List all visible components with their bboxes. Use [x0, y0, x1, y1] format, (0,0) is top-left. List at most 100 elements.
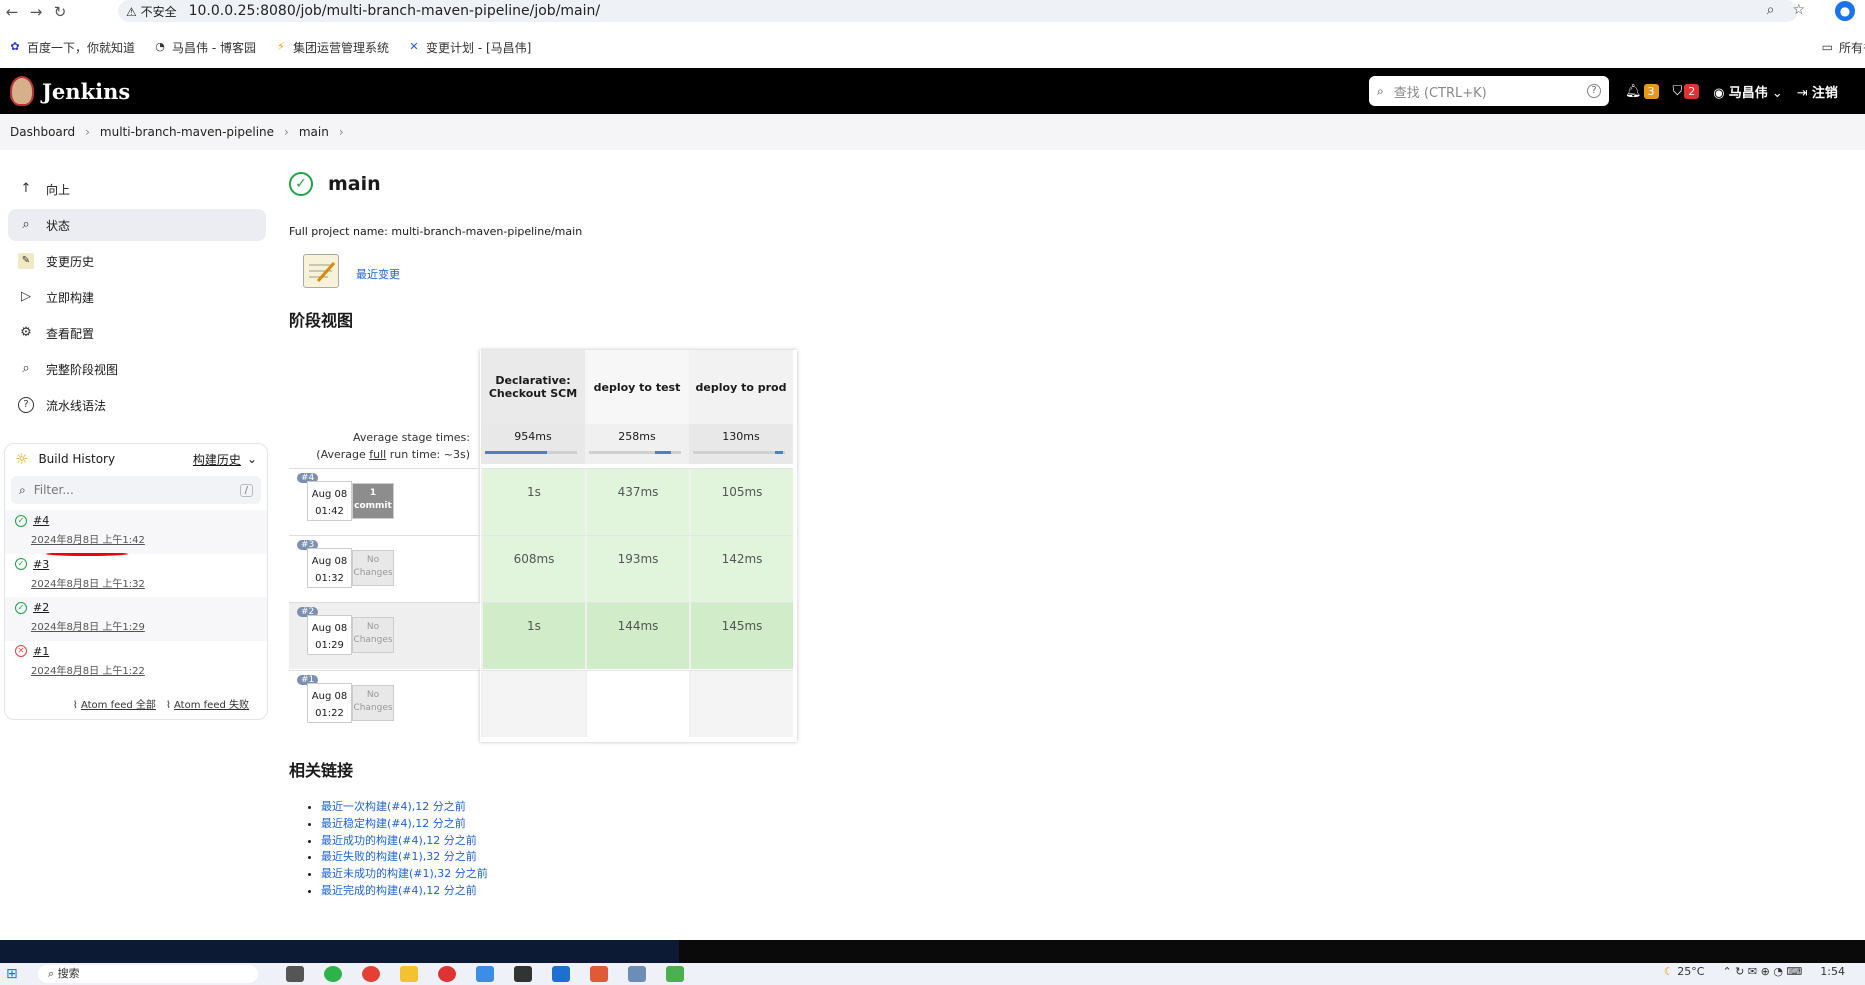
- tray-icons[interactable]: ⌃ ↻ ✉ ⊕ ◔ ⌨: [1722, 965, 1802, 978]
- bookmark-cnblogs[interactable]: ◔ 马昌伟 - 博客园: [153, 39, 256, 56]
- build-run-row[interactable]: #4 Aug 08 01:42 1 commit: [289, 468, 480, 535]
- zoom-icon[interactable]: ⌕: [1767, 2, 1775, 18]
- help-icon[interactable]: ?: [1587, 84, 1601, 98]
- related-link[interactable]: 最近稳定构建(#4),12 分之前: [321, 817, 466, 830]
- back-icon[interactable]: ←: [0, 3, 24, 21]
- recent-changes-link[interactable]: 最近变更: [356, 266, 400, 282]
- changes-badge[interactable]: No Changes: [352, 685, 394, 721]
- terminal-icon[interactable]: [514, 966, 532, 982]
- weather-widget[interactable]: ☾ 25°C: [1664, 965, 1705, 978]
- folder-icon[interactable]: [400, 966, 418, 982]
- build-link[interactable]: #2: [33, 601, 49, 614]
- build-time[interactable]: 2024年8月8日 上午1:32: [31, 575, 257, 590]
- search-input[interactable]: 查找 (CTRL+K): [1394, 82, 1587, 101]
- changes-badge[interactable]: 1 commit: [352, 483, 394, 519]
- build-row[interactable]: ✓ #4 2024年8月8日 上午1:42: [5, 510, 267, 554]
- related-link[interactable]: 最近未成功的构建(#1),32 分之前: [321, 867, 488, 880]
- filter-input[interactable]: ⌕ Filter... /: [11, 476, 261, 504]
- build-trend-link[interactable]: 构建历史: [193, 451, 241, 468]
- build-row[interactable]: ✓ #3 2024年8月8日 上午1:32: [5, 554, 267, 598]
- build-link[interactable]: #1: [33, 645, 49, 658]
- related-link[interactable]: 最近成功的构建(#4),12 分之前: [321, 834, 477, 847]
- breadcrumb-pipeline[interactable]: multi-branch-maven-pipeline: [100, 125, 274, 139]
- insecure-indicator[interactable]: ⚠ 不安全: [126, 3, 177, 20]
- forward-icon[interactable]: →: [24, 3, 48, 21]
- stage-cell[interactable]: 105ms: [689, 468, 793, 535]
- breadcrumb-dashboard[interactable]: Dashboard: [10, 125, 75, 139]
- build-time[interactable]: 2024年8月8日 上午1:22: [31, 662, 257, 677]
- logout-button[interactable]: ⇥ 注销: [1797, 82, 1838, 101]
- sidebar-item-config[interactable]: ⚙ 查看配置: [8, 317, 266, 349]
- build-row[interactable]: ✕ #1 2024年8月8日 上午1:22: [5, 641, 267, 685]
- chevron-down-icon[interactable]: ⌄: [247, 452, 257, 466]
- bookmark-change-plan[interactable]: ✕ 变更计划 - [马昌伟]: [407, 39, 531, 56]
- profile-icon[interactable]: ●: [1835, 1, 1855, 21]
- stage-cell[interactable]: 193ms: [585, 535, 689, 602]
- related-link[interactable]: 最近一次构建(#4),12 分之前: [321, 800, 466, 813]
- build-link[interactable]: #3: [33, 558, 49, 571]
- folder-icon: ▭: [1821, 40, 1833, 54]
- app-icon[interactable]: [552, 966, 570, 982]
- url-text[interactable]: 10.0.0.25:8080/job/multi-branch-maven-pi…: [189, 3, 601, 19]
- build-date: Aug 08 01:42: [307, 481, 352, 521]
- sidebar-item-status[interactable]: ⌕ 状态: [8, 209, 266, 241]
- chevron-right-icon[interactable]: ›: [339, 125, 344, 139]
- bookmark-baidu[interactable]: ✿ 百度一下，你就知道: [8, 39, 135, 56]
- logout-icon: ⇥: [1796, 85, 1808, 101]
- stage-cell[interactable]: 608ms: [481, 535, 585, 602]
- build-time[interactable]: 2024年8月8日 上午1:29: [31, 618, 257, 633]
- bookmark-ops-system[interactable]: ⚡ 集团运营管理系统: [274, 39, 389, 56]
- stage-cell[interactable]: [689, 670, 793, 737]
- address-bar[interactable]: ⚠ 不安全 10.0.0.25:8080/job/multi-branch-ma…: [118, 0, 1798, 22]
- chrome-icon[interactable]: [438, 966, 456, 982]
- breadcrumb-main[interactable]: main: [299, 125, 329, 139]
- taskbar-search[interactable]: ⌕ 搜索: [38, 965, 258, 983]
- build-link[interactable]: #4: [33, 514, 49, 527]
- chrome-icon[interactable]: [362, 966, 380, 982]
- related-link[interactable]: 最近完成的构建(#4),12 分之前: [321, 884, 477, 897]
- red-annotation-underline: [46, 552, 128, 556]
- reload-icon[interactable]: ↻: [48, 3, 72, 21]
- full-run-link[interactable]: full: [369, 448, 386, 461]
- changes-badge[interactable]: No Changes: [352, 550, 394, 586]
- related-link[interactable]: 最近失败的构建(#1),32 分之前: [321, 850, 477, 863]
- app-icon[interactable]: [476, 966, 494, 982]
- stage-cell[interactable]: 437ms: [585, 468, 689, 535]
- stage-cell[interactable]: 1s: [481, 602, 585, 669]
- stage-cell[interactable]: 144ms: [585, 602, 689, 669]
- app-icon[interactable]: [590, 966, 608, 982]
- jenkins-title[interactable]: Jenkins: [42, 79, 130, 104]
- search-box[interactable]: ⌕ 查找 (CTRL+K) ?: [1369, 76, 1609, 106]
- app-icon[interactable]: [286, 966, 304, 982]
- all-bookmarks[interactable]: ▭所有书签: [1822, 36, 1865, 58]
- notepad-icon[interactable]: [303, 254, 339, 288]
- sidebar-item-full-stage-view[interactable]: ⌕ 完整阶段视图: [8, 353, 266, 385]
- stage-cell[interactable]: 1s: [481, 468, 585, 535]
- app-icon[interactable]: [324, 966, 342, 982]
- stage-cell[interactable]: [481, 670, 585, 737]
- sidebar-item-build-now[interactable]: ▷ 立即构建: [8, 281, 266, 313]
- app-icon[interactable]: [666, 966, 684, 982]
- notifications-button[interactable]: 🔔︎ 3: [1625, 83, 1659, 99]
- sidebar-item-changes[interactable]: ✎ 变更历史: [8, 245, 266, 277]
- atom-feed-failed-link[interactable]: ⌇ Atom feed 失败: [166, 696, 249, 711]
- user-menu[interactable]: ◉ 马昌伟 ⌄: [1713, 82, 1783, 101]
- clock[interactable]: 1:54: [1820, 965, 1845, 978]
- stage-cell[interactable]: 145ms: [689, 602, 793, 669]
- jenkins-logo-icon[interactable]: [10, 76, 34, 106]
- build-row[interactable]: ✓ #2 2024年8月8日 上午1:29: [5, 597, 267, 641]
- build-run-row[interactable]: #1 Aug 08 01:22 No Changes: [289, 670, 480, 737]
- bookmark-star-icon[interactable]: ☆: [1792, 2, 1805, 18]
- sidebar-item-up[interactable]: ↑ 向上: [8, 173, 266, 205]
- build-run-row[interactable]: #3 Aug 08 01:32 No Changes: [289, 535, 480, 602]
- build-time[interactable]: 2024年8月8日 上午1:42: [31, 531, 257, 546]
- stage-cell[interactable]: 142ms: [689, 535, 793, 602]
- app-icon[interactable]: [628, 966, 646, 982]
- sidebar-item-pipeline-syntax[interactable]: ? 流水线语法: [8, 389, 266, 421]
- stage-cell[interactable]: [585, 670, 689, 737]
- build-run-row[interactable]: #2 Aug 08 01:29 No Changes: [289, 602, 480, 669]
- changes-badge[interactable]: No Changes: [352, 617, 394, 653]
- atom-feed-all-link[interactable]: ⌇ Atom feed 全部: [73, 696, 156, 711]
- start-icon[interactable]: ⊞: [6, 966, 18, 982]
- security-button[interactable]: ⛉ 2: [1673, 83, 1700, 99]
